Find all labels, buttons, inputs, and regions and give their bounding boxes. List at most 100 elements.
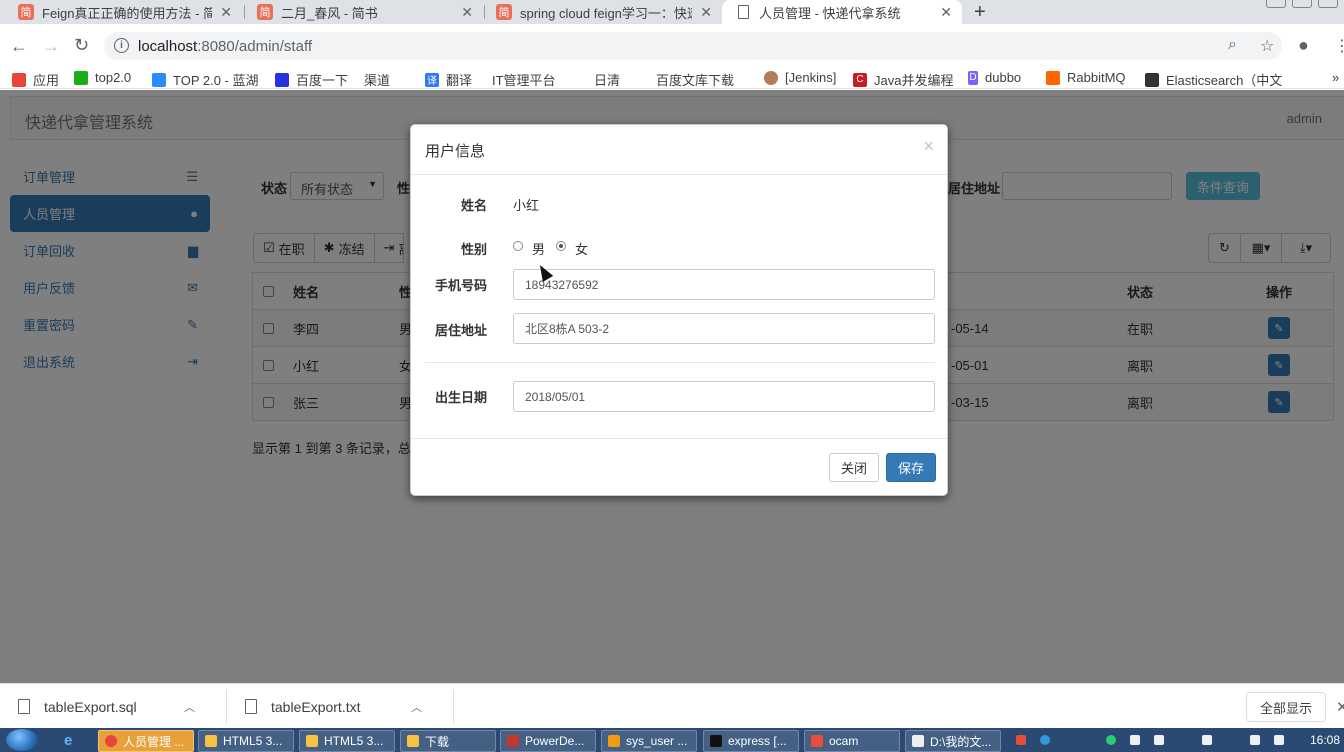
bookmark-lanhu[interactable]: TOP 2.0 - 蓝湖: [152, 70, 259, 89]
bookmark-baidu[interactable]: 百度一下: [275, 70, 348, 89]
close-icon[interactable]: ✕: [700, 4, 712, 21]
browser-tab-1[interactable]: 简 Feign真正正确的使用方法 - 简书 ✕: [4, 0, 242, 24]
forward-icon[interactable]: →: [42, 37, 60, 55]
birth-date-input[interactable]: [513, 381, 935, 412]
browser-tab-3[interactable]: 简 spring cloud feign学习一：快速 ✕: [482, 0, 722, 24]
book-icon: [1145, 72, 1159, 87]
taskbar-item[interactable]: express [...: [703, 730, 799, 752]
star-icon[interactable]: ☆: [1260, 36, 1274, 56]
folder-icon: [205, 735, 217, 747]
ocam-icon: [811, 735, 823, 747]
taskbar-item[interactable]: D:\我的文...: [905, 730, 1001, 752]
folder-icon: [306, 735, 318, 747]
usb-icon[interactable]: [1202, 735, 1212, 745]
bookmark-java[interactable]: C Java并发编程: [853, 70, 953, 89]
help-icon[interactable]: [1040, 735, 1050, 745]
download-item[interactable]: tableExport.sql ︿: [18, 684, 195, 729]
rabbitmq-icon: [1046, 70, 1060, 85]
close-icon[interactable]: ✕: [940, 4, 952, 21]
close-icon[interactable]: ✕: [1336, 698, 1344, 716]
close-icon[interactable]: ✕: [461, 4, 473, 21]
bookmark-label: 百度文库下载: [656, 73, 735, 88]
modal-header: 用户信息 ×: [411, 125, 947, 175]
tab-title: 二月_春风 - 简书: [281, 5, 378, 21]
close-button[interactable]: 关闭: [829, 453, 879, 482]
bookmark-jenkins[interactable]: [Jenkins]: [764, 70, 836, 85]
ie-icon[interactable]: e: [64, 732, 72, 749]
bookmark-riqing[interactable]: 日清: [594, 70, 621, 173]
bookmark-channel[interactable]: 渠道: [364, 70, 390, 173]
bookmark-label: 日清: [594, 73, 621, 88]
url-path: :8080/admin/staff: [197, 38, 313, 55]
taskbar-item[interactable]: 人员管理 ...: [98, 730, 194, 752]
bookmark-dubbo[interactable]: Ddubbo: [968, 70, 1021, 85]
phone-input[interactable]: [513, 269, 935, 300]
jianshu-icon: 简: [257, 4, 273, 20]
gender-female-radio[interactable]: [556, 241, 566, 251]
bookmark-elasticsearch[interactable]: Elasticsearch（中文: [1145, 70, 1282, 89]
new-tab-button[interactable]: +: [974, 0, 986, 24]
address-input[interactable]: [513, 313, 935, 344]
minimize-icon[interactable]: [1266, 0, 1286, 8]
show-all-button[interactable]: 全部显示: [1246, 692, 1326, 722]
gender-male-radio[interactable]: [513, 241, 523, 251]
phone-label: 手机号码: [434, 278, 487, 293]
clock[interactable]: 16:08: [1310, 733, 1340, 747]
gender-male-label[interactable]: 男: [532, 239, 545, 258]
birth-date-label: 出生日期: [434, 390, 487, 405]
taskbar-item[interactable]: HTML5 3...: [299, 730, 395, 752]
bookmark-rabbitmq[interactable]: RabbitMQ: [1046, 70, 1126, 85]
taskbar-label: HTML5 3...: [324, 734, 384, 748]
taskbar-item[interactable]: sys_user ...: [601, 730, 697, 752]
bookmark-label: 翻译: [446, 73, 473, 88]
start-button-icon[interactable]: [6, 729, 38, 751]
bookmark-it-platform[interactable]: IT管理平台: [492, 70, 556, 173]
bookmark-apps[interactable]: 应用: [12, 70, 59, 89]
reload-icon[interactable]: ↻: [74, 36, 89, 54]
browser-tab-2[interactable]: 简 二月_春风 - 简书 ✕: [243, 0, 483, 24]
chevron-up-icon[interactable]: ︿: [411, 699, 422, 715]
info-icon[interactable]: i: [114, 38, 129, 53]
signal-icon[interactable]: [1250, 735, 1260, 745]
taskbar-item[interactable]: PowerDe...: [500, 730, 596, 752]
browser-tab-4[interactable]: 人员管理 - 快递代拿系统 ✕: [722, 0, 962, 24]
gender-female-label[interactable]: 女: [575, 239, 588, 258]
bookmark-wenku[interactable]: 百度文库下载: [656, 70, 735, 173]
taskbar-label: HTML5 3...: [223, 734, 283, 748]
shield-icon[interactable]: [1154, 735, 1164, 745]
bookmark-label: dubbo: [985, 70, 1022, 85]
save-button[interactable]: 保存: [886, 453, 936, 482]
download-item[interactable]: tableExport.txt ︿: [245, 684, 422, 729]
folder-icon: [407, 735, 419, 747]
volume-icon[interactable]: [1274, 735, 1284, 745]
file-icon: [245, 699, 257, 714]
taskbar-label: D:\我的文...: [930, 734, 992, 749]
file-icon: [18, 699, 30, 714]
address-label: 居住地址: [434, 323, 487, 338]
close-icon[interactable]: ✕: [220, 4, 232, 21]
modal-footer-divider: [411, 438, 947, 439]
taskbar-item[interactable]: HTML5 3...: [198, 730, 294, 752]
os-taskbar: e 人员管理 ... HTML5 3... HTML5 3... 下载 Powe…: [0, 728, 1344, 752]
url-text[interactable]: localhost:8080/admin/staff: [138, 38, 312, 55]
close-window-icon[interactable]: [1318, 0, 1338, 8]
powerdesigner-icon: [507, 735, 519, 747]
download-filename: tableExport.txt: [271, 698, 361, 715]
notepad-icon: [912, 735, 924, 747]
sogou-icon[interactable]: [1016, 735, 1026, 745]
menu-icon[interactable]: ⋮: [1334, 36, 1344, 56]
taskbar-item[interactable]: 下载: [400, 730, 496, 752]
taskbar-item[interactable]: ocam: [804, 730, 900, 752]
back-icon[interactable]: ←: [10, 37, 28, 55]
zoom-icon[interactable]: ⌕: [1228, 36, 1237, 54]
more-bookmarks-icon[interactable]: »: [1332, 70, 1339, 85]
close-icon[interactable]: ×: [923, 136, 934, 157]
maximize-icon[interactable]: [1292, 0, 1312, 8]
dubbo-icon: D: [968, 70, 978, 85]
profile-icon[interactable]: ●: [1298, 35, 1309, 56]
bookmark-translate[interactable]: 译翻译: [425, 70, 472, 89]
bookmark-top20[interactable]: top2.0: [74, 70, 131, 85]
chevron-up-icon[interactable]: ︿: [184, 699, 195, 715]
bluetooth-icon[interactable]: [1130, 735, 1140, 745]
wechat-icon[interactable]: [1106, 735, 1116, 745]
